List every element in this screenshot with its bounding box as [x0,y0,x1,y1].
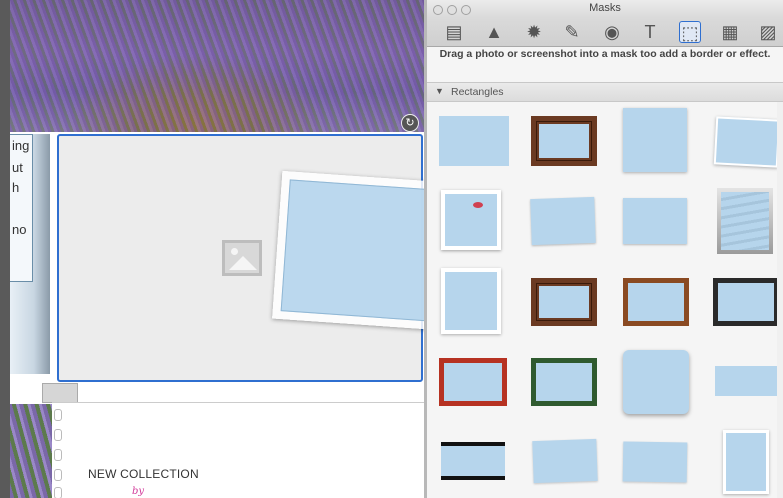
mask-brown-frame[interactable] [531,116,597,166]
mask-pinned-photo[interactable] [441,190,501,250]
mask-screen[interactable] [441,442,505,480]
layout-icon[interactable]: ▤ [443,21,465,43]
image-placeholder-small-icon[interactable] [42,383,78,403]
disclosure-triangle-icon[interactable]: ▼ [435,86,444,96]
dragged-mask-preview[interactable] [272,170,426,334]
text-icon[interactable]: T [639,21,661,43]
spiral-ring [54,409,62,421]
mask-wide-strip[interactable] [715,366,777,396]
mask-tilted-rect-2[interactable] [532,438,598,484]
new-collection-heading[interactable]: NEW COLLECTION [88,467,199,481]
text-fragment: h [12,180,20,195]
section-label: Rectangles [451,86,504,98]
mask-rounded[interactable] [623,350,689,414]
canvas-edge [0,0,10,498]
image-placeholder-icon [222,240,262,276]
spiral-ring [54,487,62,498]
mask-tilted-rect-3[interactable] [622,441,688,483]
text-fragment: ut [12,160,23,175]
mask-silver-frame[interactable] [717,188,773,254]
text-box-panel[interactable]: ing ut h no [10,134,50,374]
masks-title: Masks [589,2,621,14]
mask-red-frame[interactable] [439,358,507,406]
dragged-mask-inner [280,179,426,325]
text-fragment: no [12,222,27,237]
mask-tilted-rect[interactable] [713,116,781,168]
document-canvas[interactable]: ↻ ing ut h no NEW COLLECTION by [0,0,426,498]
mask-square[interactable] [623,108,687,172]
pattern-icon[interactable]: ▦ [719,21,741,43]
mask-green-frame[interactable] [531,358,597,406]
lavender-photo[interactable] [10,0,424,132]
picture-icon[interactable]: ▨ [757,21,779,43]
bottom-page[interactable]: NEW COLLECTION by [52,402,426,498]
text-box-frame [10,134,33,282]
masks-titlebar[interactable]: Masks [427,0,783,18]
rotate-handle-icon[interactable]: ↻ [401,114,419,132]
by-text[interactable]: by [132,486,144,497]
spiral-ring [54,449,62,461]
masks-panel: Masks ▤ ▲ ✹ ✎ ◉ T ⬚ ▦ ▨ Drag a photo or … [427,0,783,498]
mask-dark-wood-frame[interactable] [531,278,597,326]
spiral-ring [54,429,62,441]
mask-wood-frame[interactable] [623,278,689,326]
pin-icon [473,202,483,208]
masks-grid [427,102,783,498]
masks-hint-text: Drag a photo or screenshot into a mask t… [439,48,771,60]
mask-white-border[interactable] [441,268,501,334]
section-header-rectangles[interactable]: ▼ Rectangles [427,82,783,102]
mask-plain-rect[interactable] [439,116,509,166]
mask-selection-icon[interactable]: ⬚ [679,21,701,43]
triangle-icon[interactable]: ▲ [483,21,505,43]
lavender-photo-small[interactable] [10,404,52,498]
text-fragment: ing [12,138,30,153]
mask-portrait[interactable] [723,430,769,494]
mask-black-frame[interactable] [713,278,779,326]
masks-scrollbar[interactable] [777,102,783,498]
masks-toolbar: ▤ ▲ ✹ ✎ ◉ T ⬚ ▦ ▨ [427,18,783,47]
media-icon[interactable]: ◉ [601,21,623,43]
mask-corners-rect[interactable] [623,198,687,244]
pin-icon[interactable]: ✎ [561,21,583,43]
mask-taped-rect[interactable] [530,196,596,246]
spiral-ring [54,469,62,481]
starburst-icon[interactable]: ✹ [523,21,545,43]
